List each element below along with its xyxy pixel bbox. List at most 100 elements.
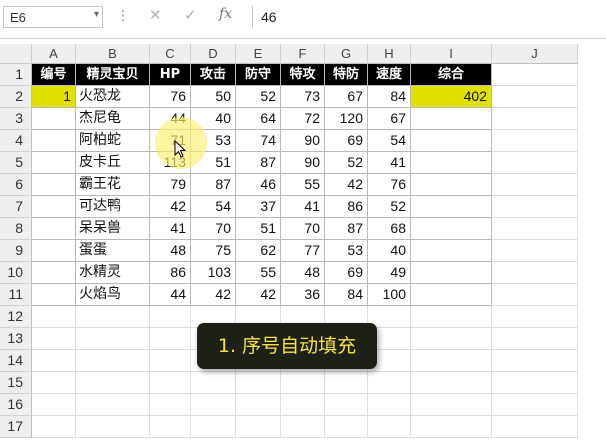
- cell-g11[interactable]: 84: [325, 284, 368, 306]
- row-header-14[interactable]: 14: [0, 350, 32, 372]
- formula-input[interactable]: 46: [252, 6, 606, 28]
- cell-c7[interactable]: 42: [150, 196, 191, 218]
- cell-f10[interactable]: 48: [281, 262, 325, 284]
- cell-h8[interactable]: 68: [368, 218, 411, 240]
- cell-h15[interactable]: [368, 372, 411, 394]
- cell-j13[interactable]: [492, 328, 578, 350]
- cell-a2[interactable]: 1: [32, 86, 76, 108]
- cell-e1[interactable]: 防守: [236, 64, 281, 86]
- cell-a16[interactable]: [32, 394, 76, 416]
- name-box[interactable]: E6 ▾: [3, 6, 103, 28]
- confirm-icon[interactable]: ✓: [184, 6, 197, 24]
- cell-a1[interactable]: 编号: [32, 64, 76, 86]
- cell-a6[interactable]: [32, 174, 76, 196]
- cell-e17[interactable]: [236, 416, 281, 438]
- cell-h6[interactable]: 76: [368, 174, 411, 196]
- cell-j3[interactable]: [492, 108, 578, 130]
- column-header-a[interactable]: A: [32, 44, 76, 64]
- cell-j14[interactable]: [492, 350, 578, 372]
- cell-h10[interactable]: 49: [368, 262, 411, 284]
- cell-d11[interactable]: 42: [191, 284, 236, 306]
- more-options-icon[interactable]: ⋮: [116, 8, 130, 24]
- cell-c17[interactable]: [150, 416, 191, 438]
- cell-g6[interactable]: 42: [325, 174, 368, 196]
- column-header-h[interactable]: H: [368, 44, 411, 64]
- cell-e15[interactable]: [236, 372, 281, 394]
- cell-d17[interactable]: [191, 416, 236, 438]
- cell-e4[interactable]: 74: [236, 130, 281, 152]
- cell-h3[interactable]: 67: [368, 108, 411, 130]
- cell-b9[interactable]: 蛋蛋: [76, 240, 150, 262]
- row-header-10[interactable]: 10: [0, 262, 32, 284]
- cell-f5[interactable]: 90: [281, 152, 325, 174]
- cell-a14[interactable]: [32, 350, 76, 372]
- cell-b1[interactable]: 精灵宝贝: [76, 64, 150, 86]
- cell-d8[interactable]: 70: [191, 218, 236, 240]
- cell-b14[interactable]: [76, 350, 150, 372]
- cell-d7[interactable]: 54: [191, 196, 236, 218]
- column-header-d[interactable]: D: [191, 44, 236, 64]
- cell-e6[interactable]: 46: [236, 174, 281, 196]
- cell-f8[interactable]: 70: [281, 218, 325, 240]
- cell-g17[interactable]: [325, 416, 368, 438]
- cell-b5[interactable]: 皮卡丘: [76, 152, 150, 174]
- cell-j4[interactable]: [492, 130, 578, 152]
- cell-f15[interactable]: [281, 372, 325, 394]
- row-header-12[interactable]: 12: [0, 306, 32, 328]
- row-header-7[interactable]: 7: [0, 196, 32, 218]
- cell-c8[interactable]: 41: [150, 218, 191, 240]
- cell-c15[interactable]: [150, 372, 191, 394]
- cell-d2[interactable]: 50: [191, 86, 236, 108]
- cell-j11[interactable]: [492, 284, 578, 306]
- cell-b15[interactable]: [76, 372, 150, 394]
- row-header-16[interactable]: 16: [0, 394, 32, 416]
- cell-i8[interactable]: [411, 218, 492, 240]
- cell-i13[interactable]: [411, 328, 492, 350]
- cell-d15[interactable]: [191, 372, 236, 394]
- cell-f16[interactable]: [281, 394, 325, 416]
- cell-f1[interactable]: 特攻: [281, 64, 325, 86]
- cell-j7[interactable]: [492, 196, 578, 218]
- cell-d1[interactable]: 攻击: [191, 64, 236, 86]
- cell-g1[interactable]: 特防: [325, 64, 368, 86]
- cell-f7[interactable]: 41: [281, 196, 325, 218]
- cell-c1[interactable]: HP: [150, 64, 191, 86]
- cell-i5[interactable]: [411, 152, 492, 174]
- cell-c6[interactable]: 79: [150, 174, 191, 196]
- column-header-g[interactable]: G: [325, 44, 368, 64]
- cell-g8[interactable]: 87: [325, 218, 368, 240]
- cell-j12[interactable]: [492, 306, 578, 328]
- cell-a8[interactable]: [32, 218, 76, 240]
- select-all-corner[interactable]: [0, 44, 32, 64]
- cell-c12[interactable]: [150, 306, 191, 328]
- cell-b17[interactable]: [76, 416, 150, 438]
- cell-e8[interactable]: 51: [236, 218, 281, 240]
- cell-c13[interactable]: [150, 328, 191, 350]
- cell-c9[interactable]: 48: [150, 240, 191, 262]
- cell-i7[interactable]: [411, 196, 492, 218]
- cell-b11[interactable]: 火焰鸟: [76, 284, 150, 306]
- cell-i4[interactable]: [411, 130, 492, 152]
- cell-j15[interactable]: [492, 372, 578, 394]
- cell-e16[interactable]: [236, 394, 281, 416]
- cell-f17[interactable]: [281, 416, 325, 438]
- cell-f2[interactable]: 73: [281, 86, 325, 108]
- row-header-6[interactable]: 6: [0, 174, 32, 196]
- cell-a12[interactable]: [32, 306, 76, 328]
- cell-b13[interactable]: [76, 328, 150, 350]
- row-header-8[interactable]: 8: [0, 218, 32, 240]
- cell-g7[interactable]: 86: [325, 196, 368, 218]
- cell-i10[interactable]: [411, 262, 492, 284]
- cell-a7[interactable]: [32, 196, 76, 218]
- cell-h7[interactable]: 52: [368, 196, 411, 218]
- cell-e10[interactable]: 55: [236, 262, 281, 284]
- cell-e2[interactable]: 52: [236, 86, 281, 108]
- cell-e3[interactable]: 64: [236, 108, 281, 130]
- cell-b7[interactable]: 可达鸭: [76, 196, 150, 218]
- insert-function-icon[interactable]: fx: [219, 6, 232, 22]
- cell-d6[interactable]: 87: [191, 174, 236, 196]
- cell-j5[interactable]: [492, 152, 578, 174]
- cell-g9[interactable]: 53: [325, 240, 368, 262]
- cell-g15[interactable]: [325, 372, 368, 394]
- cell-g3[interactable]: 120: [325, 108, 368, 130]
